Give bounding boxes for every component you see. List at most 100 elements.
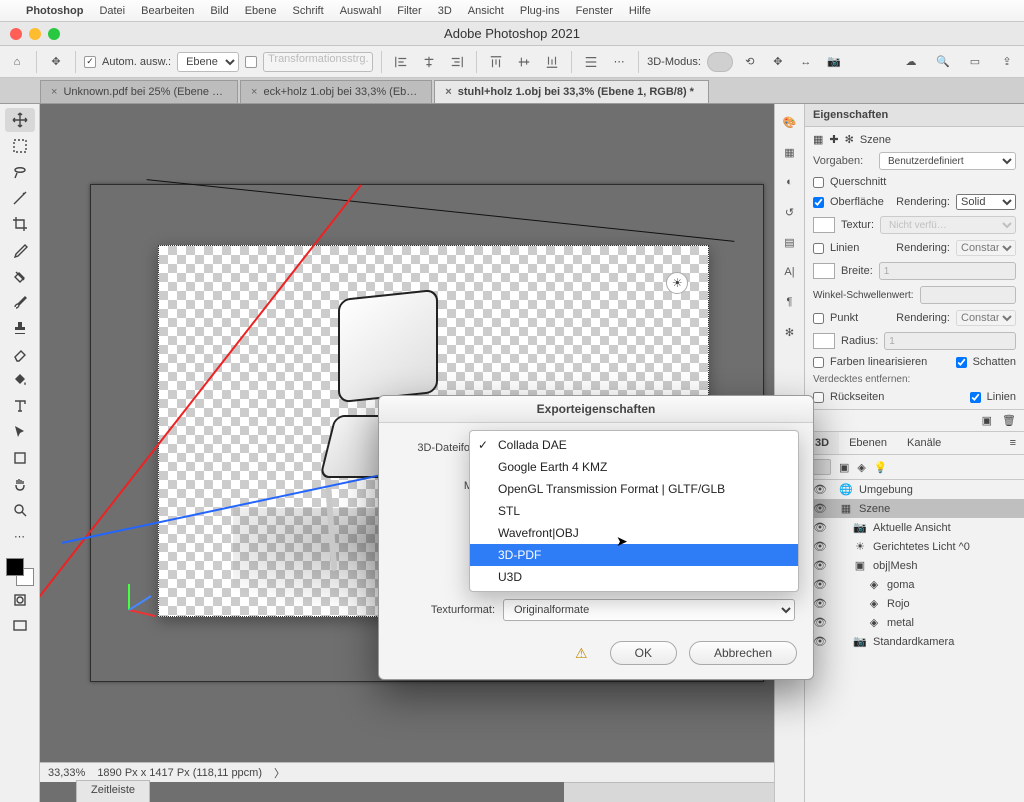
visibility-icon[interactable]: 👁 xyxy=(813,635,827,648)
brush-tool[interactable] xyxy=(5,290,35,314)
scene-tree-item[interactable]: 👁☀Gerichtetes Licht ^0 xyxy=(805,537,1024,556)
document-tab[interactable]: ×stuhl+holz 1.obj bei 33,3% (Ebene 1, RG… xyxy=(434,80,709,103)
scene-tree-item[interactable]: 👁🌐Umgebung xyxy=(805,480,1024,499)
linearize-checkbox[interactable] xyxy=(813,357,824,368)
3d-pan-icon[interactable]: ✥ xyxy=(767,51,789,73)
marquee-tool[interactable] xyxy=(5,134,35,158)
menu-3d[interactable]: 3D xyxy=(438,5,452,17)
point-color-swatch[interactable] xyxy=(813,333,835,349)
3d-light-widget[interactable]: ☀ xyxy=(666,272,688,294)
distribute-icon[interactable] xyxy=(580,51,602,73)
mac-menubar[interactable]: Photoshop Datei Bearbeiten Bild Ebene Sc… xyxy=(0,0,1024,22)
auto-select-checkbox[interactable]: ✓ xyxy=(84,56,96,68)
menu-edit[interactable]: Bearbeiten xyxy=(141,5,194,17)
backfaces-checkbox[interactable] xyxy=(813,392,824,403)
workspace-icon[interactable]: ▭ xyxy=(964,51,986,73)
format-dropdown[interactable]: Collada DAEGoogle Earth 4 KMZOpenGL Tran… xyxy=(469,430,799,592)
align-middle-icon[interactable] xyxy=(513,51,535,73)
visibility-icon[interactable]: 👁 xyxy=(813,483,827,496)
stamp-tool[interactable] xyxy=(5,316,35,340)
search-icon[interactable]: 🔍 xyxy=(932,51,954,73)
preset-select[interactable]: Benutzerdefiniert xyxy=(879,152,1016,170)
punkt-checkbox[interactable] xyxy=(813,313,824,324)
eyedropper-tool[interactable] xyxy=(5,238,35,262)
visibility-icon[interactable]: 👁 xyxy=(813,597,827,610)
visibility-icon[interactable]: 👁 xyxy=(813,559,827,572)
path-select-tool[interactable] xyxy=(5,420,35,444)
settings-panel-icon[interactable]: ✻ xyxy=(780,322,800,342)
line-color-swatch[interactable] xyxy=(813,263,835,279)
lasso-tool[interactable] xyxy=(5,160,35,184)
layers-panel-tab[interactable]: Ebenen xyxy=(839,432,897,454)
align-left-icon[interactable] xyxy=(390,51,412,73)
zoom-level[interactable]: 33,33% xyxy=(48,767,85,779)
character-panel-icon[interactable]: A| xyxy=(780,262,800,282)
panel-menu-icon[interactable]: ≡ xyxy=(1002,432,1024,454)
format-option[interactable]: 3D-PDF xyxy=(470,544,798,566)
3d-orbit-button[interactable] xyxy=(707,52,733,72)
move-tool[interactable] xyxy=(5,108,35,132)
scene-tree-item[interactable]: 👁◈Rojo xyxy=(805,594,1024,613)
lines-checkbox[interactable] xyxy=(970,392,981,403)
swatches-panel-icon[interactable]: ▦ xyxy=(780,142,800,162)
menu-view[interactable]: Ansicht xyxy=(468,5,504,17)
align-bottom-icon[interactable] xyxy=(541,51,563,73)
3d-rotate-icon[interactable]: ⟲ xyxy=(739,51,761,73)
properties-panel-tab[interactable]: Eigenschaften xyxy=(805,104,1024,127)
trash-icon[interactable]: 🗑 xyxy=(1002,414,1016,427)
filter-scene-icon[interactable] xyxy=(813,459,831,475)
render-icon[interactable]: ▣ xyxy=(982,414,992,427)
filter-material-icon[interactable]: ◈ xyxy=(857,461,865,474)
visibility-icon[interactable]: 👁 xyxy=(813,578,827,591)
quickmask-icon[interactable] xyxy=(5,588,35,612)
cloud-docs-icon[interactable]: ☁ xyxy=(900,51,922,73)
adjust-panel-icon[interactable]: ◐ xyxy=(780,172,800,192)
auto-select-mode[interactable]: Ebene xyxy=(177,52,239,72)
zoom-tool[interactable] xyxy=(5,498,35,522)
menu-select[interactable]: Auswahl xyxy=(340,5,382,17)
schatten-checkbox[interactable] xyxy=(956,357,967,368)
format-option[interactable]: Google Earth 4 KMZ xyxy=(470,456,798,478)
menu-app[interactable]: Photoshop xyxy=(26,5,83,17)
share-icon[interactable]: ⇪ xyxy=(996,51,1018,73)
type-tool[interactable] xyxy=(5,394,35,418)
surface-color-swatch[interactable] xyxy=(813,217,835,233)
close-tab-icon[interactable]: × xyxy=(251,86,257,98)
cancel-button[interactable]: Abbrechen xyxy=(689,641,797,665)
eraser-tool[interactable] xyxy=(5,342,35,366)
channels-panel-tab[interactable]: Kanäle xyxy=(897,432,951,454)
menu-window[interactable]: Fenster xyxy=(576,5,613,17)
texture-format-select[interactable]: Originalformate xyxy=(503,599,795,621)
paragraph-panel-icon[interactable]: ¶ xyxy=(780,292,800,312)
menu-image[interactable]: Bild xyxy=(210,5,228,17)
visibility-icon[interactable]: 👁 xyxy=(813,540,827,553)
oberflache-checkbox[interactable] xyxy=(813,197,824,208)
menu-help[interactable]: Hilfe xyxy=(629,5,651,17)
render-icon[interactable]: ✻ xyxy=(845,133,854,146)
align-top-icon[interactable] xyxy=(485,51,507,73)
move-tool-icon[interactable]: ✥ xyxy=(45,51,67,73)
scene-tree-item[interactable]: 👁◈goma xyxy=(805,575,1024,594)
new-icon[interactable]: ✚ xyxy=(829,133,838,146)
align-right-icon[interactable] xyxy=(446,51,468,73)
timeline-panel-tab[interactable]: Zeitleiste xyxy=(76,780,150,802)
scene-tree-item[interactable]: 👁▣obj|Mesh xyxy=(805,556,1024,575)
crop-tool[interactable] xyxy=(5,212,35,236)
menu-filter[interactable]: Filter xyxy=(397,5,421,17)
hand-tool[interactable] xyxy=(5,472,35,496)
heal-tool[interactable] xyxy=(5,264,35,288)
home-icon[interactable]: ⌂ xyxy=(6,51,28,73)
3d-slide-icon[interactable]: ↔ xyxy=(795,51,817,73)
visibility-icon[interactable]: 👁 xyxy=(813,502,827,515)
menu-plugins[interactable]: Plug-ins xyxy=(520,5,560,17)
querschnitt-checkbox[interactable] xyxy=(813,177,824,188)
doc-info[interactable]: 1890 Px x 1417 Px (118,11 ppcm) xyxy=(97,767,262,779)
color-swatches[interactable] xyxy=(6,558,34,586)
format-option[interactable]: OpenGL Transmission Format | GLTF/GLB xyxy=(470,478,798,500)
shape-tool[interactable] xyxy=(5,446,35,470)
close-tab-icon[interactable]: × xyxy=(51,86,57,98)
format-option[interactable]: U3D xyxy=(470,566,798,588)
menu-type[interactable]: Schrift xyxy=(293,5,324,17)
color-panel-icon[interactable]: 🎨 xyxy=(780,112,800,132)
visibility-icon[interactable]: 👁 xyxy=(813,521,827,534)
